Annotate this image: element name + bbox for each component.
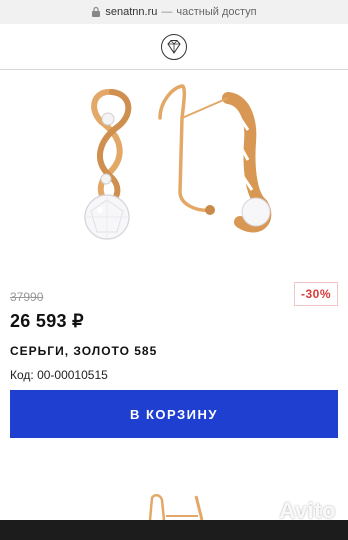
diamond-icon[interactable]	[160, 33, 188, 61]
address-bar[interactable]: senatnn.ru — частный доступ	[0, 0, 348, 24]
url-separator: —	[161, 6, 173, 18]
earring-side	[158, 84, 272, 233]
add-to-cart-button[interactable]: В КОРЗИНУ	[10, 390, 338, 438]
product-title: СЕРЬГИ, ЗОЛОТО 585	[10, 344, 158, 358]
site-header	[0, 24, 348, 70]
url-domain: senatnn.ru	[105, 6, 158, 18]
bottom-bar	[0, 520, 348, 540]
product-sku: Код: 00-00010515	[10, 368, 108, 382]
earring-front	[84, 88, 132, 240]
product-image[interactable]	[0, 72, 348, 272]
lock-icon	[92, 6, 101, 17]
discount-badge: -30%	[293, 282, 338, 306]
old-price: 37990	[10, 290, 44, 304]
product-price: 26 593 ₽	[10, 311, 84, 331]
site-caption: частный доступ	[176, 6, 257, 18]
